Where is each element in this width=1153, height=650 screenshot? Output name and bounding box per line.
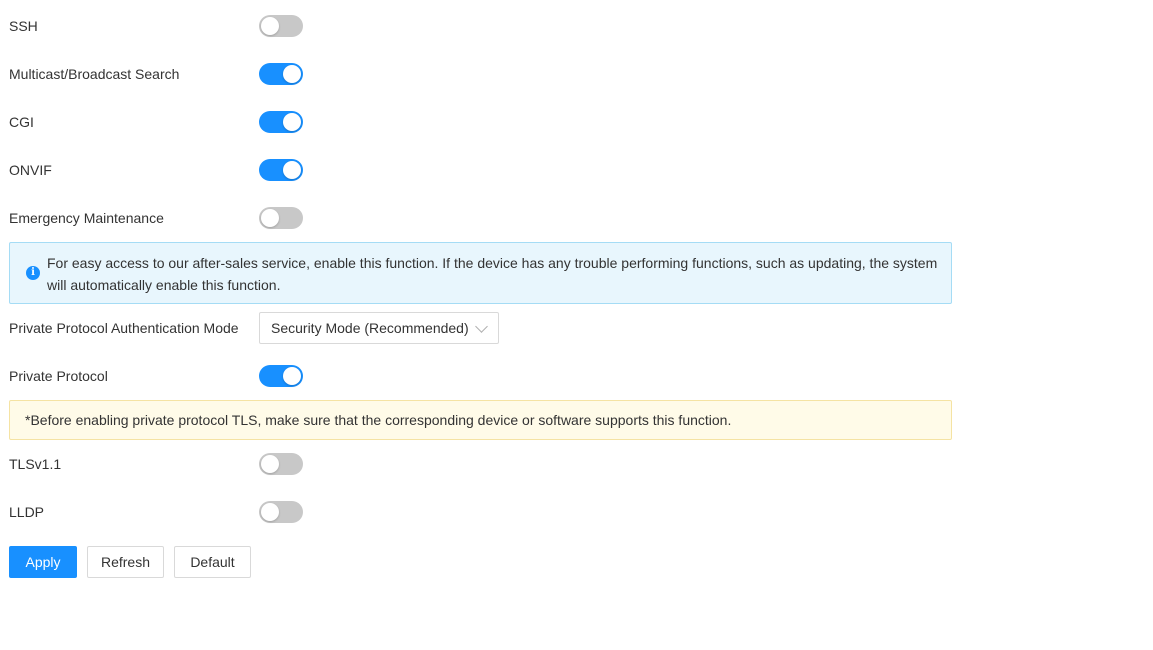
lldp-label: LLDP: [9, 504, 45, 520]
multicast-toggle[interactable]: [259, 63, 303, 85]
refresh-button[interactable]: Refresh: [87, 546, 164, 578]
tlsv11-label: TLSv1.1: [9, 456, 62, 472]
chevron-down-icon: [475, 320, 488, 333]
setting-row-multicast: Multicast/Broadcast Search: [9, 60, 303, 88]
auth-mode-label: Private Protocol Authentication Mode: [9, 320, 239, 336]
emergency-info-notice: i For easy access to our after-sales ser…: [9, 242, 952, 304]
toggle-knob: [283, 161, 301, 179]
info-icon: i: [26, 266, 40, 280]
lldp-toggle[interactable]: [259, 501, 303, 523]
cgi-toggle[interactable]: [259, 111, 303, 133]
emergency-label: Emergency Maintenance: [9, 210, 164, 226]
auth-mode-value: Security Mode (Recommended): [271, 320, 469, 336]
toggle-knob: [261, 503, 279, 521]
tls-notice-text: *Before enabling private protocol TLS, m…: [25, 412, 732, 428]
setting-row-lldp: LLDP: [9, 498, 303, 526]
setting-row-tlsv11: TLSv1.1: [9, 450, 303, 478]
tls-warning-notice: *Before enabling private protocol TLS, m…: [9, 400, 952, 440]
apply-button[interactable]: Apply: [9, 546, 77, 578]
setting-row-auth-mode: Private Protocol Authentication Mode Sec…: [9, 312, 499, 344]
default-button[interactable]: Default: [174, 546, 251, 578]
tlsv11-toggle[interactable]: [259, 453, 303, 475]
setting-row-cgi: CGI: [9, 108, 303, 136]
emergency-toggle[interactable]: [259, 207, 303, 229]
emergency-notice-text: For easy access to our after-sales servi…: [47, 255, 938, 293]
private-protocol-label: Private Protocol: [9, 368, 108, 384]
onvif-toggle[interactable]: [259, 159, 303, 181]
action-buttons: Apply Refresh Default: [9, 546, 261, 578]
setting-row-private-protocol: Private Protocol: [9, 362, 303, 390]
toggle-knob: [283, 367, 301, 385]
toggle-knob: [261, 455, 279, 473]
cgi-label: CGI: [9, 114, 34, 130]
setting-row-ssh: SSH: [9, 12, 303, 40]
multicast-label: Multicast/Broadcast Search: [9, 66, 180, 82]
private-protocol-toggle[interactable]: [259, 365, 303, 387]
toggle-knob: [283, 65, 301, 83]
ssh-label: SSH: [9, 18, 38, 34]
toggle-knob: [261, 209, 279, 227]
toggle-knob: [261, 17, 279, 35]
auth-mode-select[interactable]: Security Mode (Recommended): [259, 312, 499, 344]
toggle-knob: [283, 113, 301, 131]
setting-row-emergency: Emergency Maintenance: [9, 204, 303, 232]
setting-row-onvif: ONVIF: [9, 156, 303, 184]
onvif-label: ONVIF: [9, 162, 52, 178]
ssh-toggle[interactable]: [259, 15, 303, 37]
